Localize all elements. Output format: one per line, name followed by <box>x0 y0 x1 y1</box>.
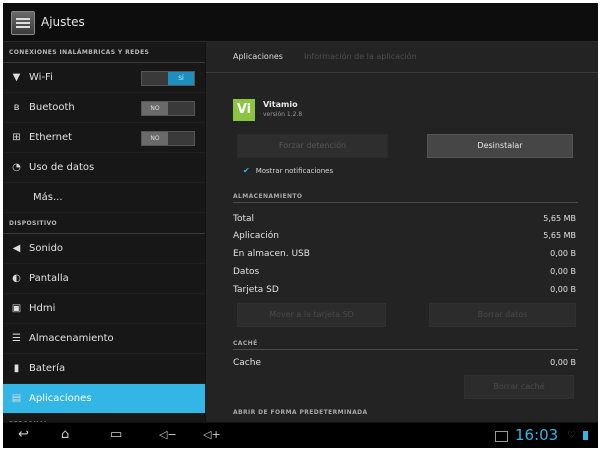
sidebar-item-storage[interactable]: ☰ Almacenamiento <box>3 324 205 354</box>
toggle-label: NO <box>142 102 168 115</box>
sidebar-item-label: Buetooth <box>29 102 75 113</box>
row-label: Total <box>233 214 255 224</box>
sidebar-item-label: Pantalla <box>29 273 69 284</box>
toggle-label: SÍ <box>168 72 194 85</box>
action-bar: Ajustes <box>3 3 598 42</box>
tab-applications[interactable]: Aplicaciones <box>233 52 283 61</box>
row-label: En almacen. USB <box>233 249 310 259</box>
storage-row-data: Datos 0,00 B <box>233 267 576 280</box>
cache-row: Cache 0,00 B <box>233 358 576 371</box>
row-value: 0,00 B <box>550 285 576 294</box>
sidebar-item-label: Almacenamiento <box>29 333 114 344</box>
sidebar-item-data-usage[interactable]: ◔ Uso de datos <box>3 153 205 183</box>
storage-row-sd-card: Tarjeta SD 0,00 B <box>233 285 576 298</box>
sidebar-item-apps[interactable]: ▤ Aplicaciones <box>3 384 205 414</box>
breadcrumb: Aplicaciones Información de la aplicació… <box>206 42 598 73</box>
sidebar-item-wifi[interactable]: ▼ Wi-Fi SÍ <box>3 63 205 93</box>
app-logo-text: Vi <box>236 102 252 117</box>
checkbox-label: Mostrar notificaciones <box>255 167 334 175</box>
sidebar-item-ethernet[interactable]: ⊞ Ethernet NO <box>3 123 205 153</box>
sidebar-item-bluetooth[interactable]: ʙ Buetooth NO <box>3 93 205 123</box>
sidebar-item-label: Más... <box>33 192 63 203</box>
sidebar-item-more[interactable]: Más... <box>3 183 205 213</box>
sidebar-item-label: Wi-Fi <box>29 72 53 83</box>
sidebar-item-display[interactable]: ◐ Pantalla <box>3 264 205 294</box>
app-details-panel: Aplicaciones Información de la aplicació… <box>206 42 598 422</box>
show-notifications-checkbox[interactable]: ✔ Mostrar notificaciones <box>243 166 333 175</box>
home-icon[interactable]: ⌂ <box>61 427 69 443</box>
tab-app-info: Información de la aplicación <box>304 52 417 61</box>
sidebar-item-label: Ethernet <box>29 132 73 143</box>
section-header-wireless: CONEXIONES INALÁMBRICAS Y REDES <box>3 42 205 63</box>
row-value: 0,00 B <box>550 267 576 276</box>
ethernet-icon: ⊞ <box>12 132 21 143</box>
recent-apps-icon[interactable]: ▭ <box>110 427 122 443</box>
sidebar-item-battery[interactable]: ▮ Batería <box>3 354 205 384</box>
row-value: 0,00 B <box>550 358 576 367</box>
toggle-label: NO <box>142 132 168 145</box>
sidebar-item-label: Aplicaciones <box>29 393 92 404</box>
volume-down-icon[interactable]: ◁− <box>159 427 177 443</box>
battery-icon: ▮ <box>13 363 20 374</box>
page-title: Ajustes <box>41 15 85 29</box>
hdmi-icon: ▣ <box>11 303 22 314</box>
wifi-toggle[interactable]: SÍ <box>141 71 195 86</box>
storage-header: ALMACENAMIENTO <box>233 193 578 203</box>
row-label: Aplicación <box>233 231 279 241</box>
uninstall-button[interactable]: Desinstalar <box>427 134 573 158</box>
clear-data-button[interactable]: Borrar datos <box>429 303 576 327</box>
ethernet-toggle[interactable]: NO <box>141 131 195 146</box>
app-logo-icon: Vi <box>233 99 255 121</box>
display-icon: ◐ <box>12 273 21 284</box>
app-version: versión 1.2.8 <box>263 111 303 118</box>
section-header-personal: PERSONAL <box>3 414 205 422</box>
row-label: Cache <box>233 358 261 368</box>
system-bar: ↩ ⌂ ▭ ◁− ◁+ 16:03 ♡ <box>3 423 598 448</box>
sidebar-item-sound[interactable]: ◀ Sonido <box>3 234 205 264</box>
open-by-default-header: ABRIR DE FORMA PREDETERMINADA <box>233 409 368 416</box>
row-value: 5,65 MB <box>543 231 576 240</box>
wifi-icon: ▼ <box>12 72 21 83</box>
settings-app-icon[interactable] <box>11 11 35 35</box>
storage-icon: ☰ <box>12 333 21 344</box>
battery-status-icon <box>583 431 588 440</box>
bluetooth-icon: ʙ <box>13 102 20 113</box>
sidebar-item-label: Sonido <box>29 243 64 254</box>
sidebar-item-label: Batería <box>29 363 66 374</box>
image-notification-icon[interactable] <box>495 431 508 442</box>
clock[interactable]: 16:03 <box>515 426 558 444</box>
wifi-signal-icon: ♡ <box>567 430 576 441</box>
section-header-device: DISPOSITIVO <box>3 213 205 234</box>
tablet-screen: Ajustes CONEXIONES INALÁMBRICAS Y REDES … <box>3 3 598 448</box>
storage-row-usb: En almacen. USB 0,00 B <box>233 249 576 262</box>
sidebar-item-hdmi[interactable]: ▣ Hdmi <box>3 294 205 324</box>
checkmark-icon: ✔ <box>243 166 250 175</box>
bluetooth-toggle[interactable]: NO <box>141 101 195 116</box>
data-usage-icon: ◔ <box>12 162 21 173</box>
cache-header: CACHÉ <box>233 340 578 350</box>
app-name: Vitamio <box>263 100 298 109</box>
clear-cache-button[interactable]: Borrar caché <box>464 375 574 399</box>
force-stop-button[interactable]: Forzar detención <box>237 134 388 158</box>
row-label: Tarjeta SD <box>233 285 279 295</box>
settings-sidebar: CONEXIONES INALÁMBRICAS Y REDES ▼ Wi-Fi … <box>3 42 205 422</box>
sidebar-item-label: Uso de datos <box>29 162 95 173</box>
row-value: 5,65 MB <box>543 214 576 223</box>
storage-row-total: Total 5,65 MB <box>233 214 576 227</box>
sound-icon: ◀ <box>12 243 21 254</box>
storage-row-application: Aplicación 5,65 MB <box>233 231 576 244</box>
back-icon[interactable]: ↩ <box>18 427 29 443</box>
volume-up-icon[interactable]: ◁+ <box>203 427 221 443</box>
sidebar-item-label: Hdmi <box>29 303 56 314</box>
move-to-sd-button[interactable]: Mover a la tarjeta SD <box>237 303 386 327</box>
row-value: 0,00 B <box>550 249 576 258</box>
row-label: Datos <box>233 267 260 277</box>
apps-icon: ▤ <box>11 393 22 404</box>
